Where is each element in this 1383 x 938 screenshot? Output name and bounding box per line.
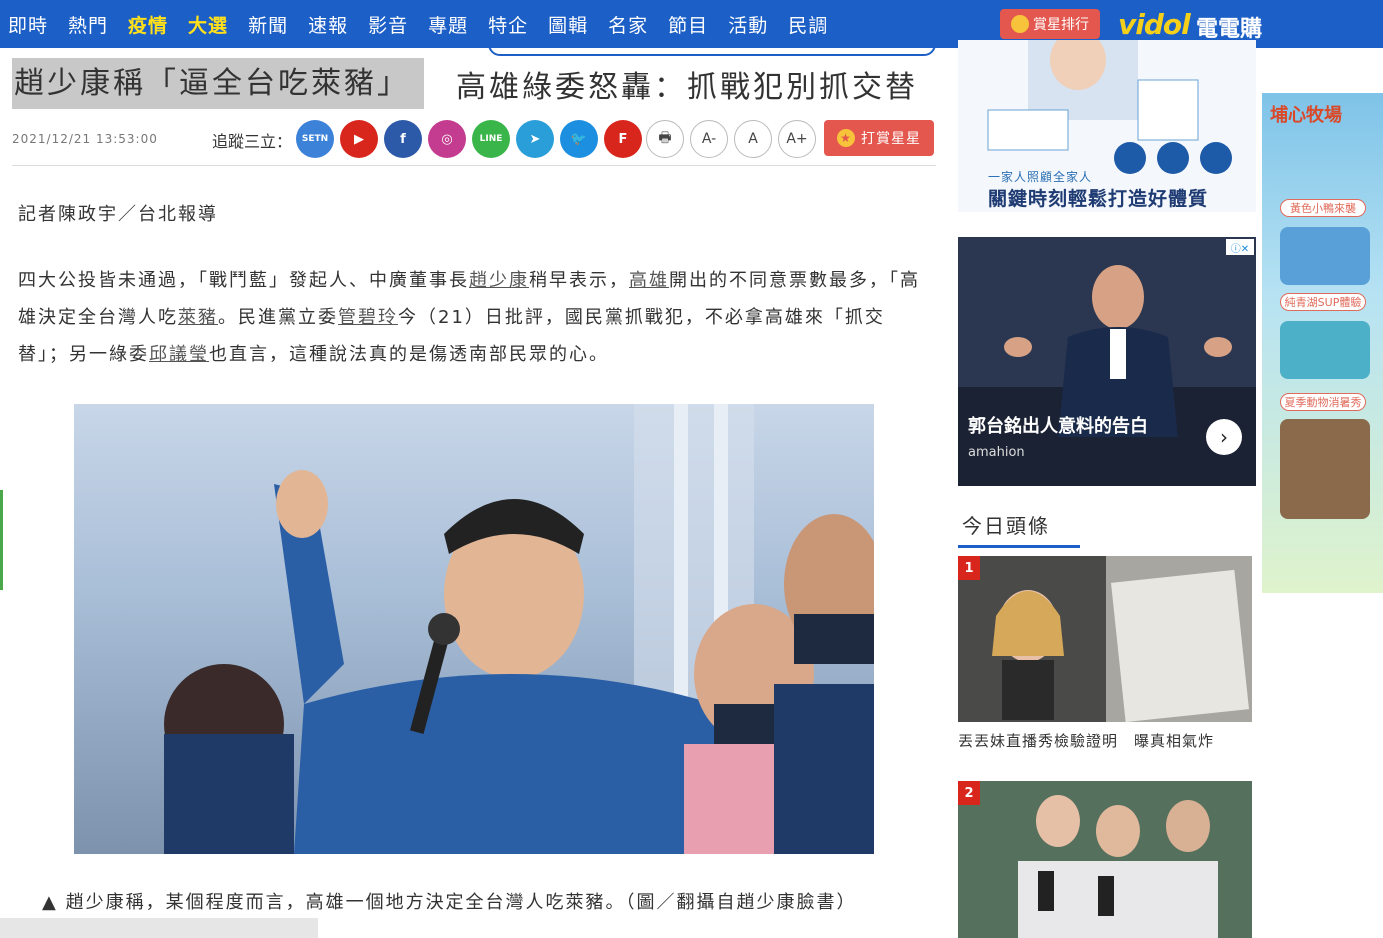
headline-1-image: [958, 556, 1252, 722]
nav-menu: 即時 熱門 疫情 大選 新聞 速報 影音 專題 特企 圖輯 名家 節目 活動 民調: [8, 0, 848, 48]
ranch-ad-brand: 埔心牧場: [1270, 105, 1342, 126]
keyword-link[interactable]: 管碧玲: [338, 307, 398, 328]
photo-caption: ▲ 趙少康稱，某個程度而言，高雄一個地方決定全台灣人吃萊豬。（圖／翻攝自趙少康臉…: [42, 892, 857, 913]
nav-item[interactable]: 即時: [8, 11, 48, 38]
ddg-logo[interactable]: 電電購: [1196, 11, 1262, 43]
ranch-ad-tag-2: 純青湖SUP體驗: [1280, 293, 1366, 311]
rank-badge: 1: [958, 556, 980, 580]
lead-text: 。民進黨立委: [218, 307, 338, 328]
adchoices-icon[interactable]: ⓘ✕: [1226, 239, 1254, 255]
supplement-ad[interactable]: 一家人照顧全家人 關鍵時刻輕鬆打造好體質: [958, 40, 1256, 212]
sponsored-ad[interactable]: ⓘ✕ 郭台銘出人意料的告白 amahion ›: [958, 237, 1256, 486]
publish-date: 2021/12/21 13:53:00: [12, 132, 158, 146]
article-lead: 四大公投皆未通過，「戰鬥藍」發起人、中廣董事長趙少康稍早表示，高雄開出的不同意票…: [18, 262, 934, 373]
nav-item[interactable]: 新聞: [248, 11, 288, 38]
nav-item[interactable]: 民調: [788, 11, 828, 38]
article-headline: 趙少康稱「逼全台吃萊豬」 高雄綠委怒轟：抓戰犯別抓交替: [12, 58, 918, 109]
ranch-ad-thumb-2: [1280, 321, 1370, 379]
print-icon: 🖶: [658, 130, 672, 146]
nav-item[interactable]: 活動: [728, 11, 768, 38]
tip-star-button[interactable]: ★ 打賞星星: [824, 120, 934, 156]
nav-item[interactable]: 疫情: [128, 11, 168, 38]
nav-item[interactable]: 專題: [428, 11, 468, 38]
ranch-ad-thumb-1: [1280, 227, 1370, 285]
instagram-icon[interactable]: ◎: [428, 120, 466, 158]
lead-text: 四大公投皆未通過，「戰鬥藍」發起人、中廣董事長: [18, 270, 469, 291]
keyword-link[interactable]: 萊豬: [178, 307, 218, 328]
tip-star-label: 打賞星星: [861, 131, 921, 147]
follow-label: 追蹤三立：: [212, 132, 293, 151]
setn-icon[interactable]: SETN: [296, 120, 334, 158]
star-icon: ★: [837, 129, 855, 147]
nav-item[interactable]: 熱門: [68, 11, 108, 38]
nav-item[interactable]: 速報: [308, 11, 348, 38]
nav-item[interactable]: 名家: [608, 11, 648, 38]
supplement-ad-headline: 關鍵時刻輕鬆打造好體質: [988, 188, 1209, 210]
sub-tab-outline: [488, 44, 936, 56]
font-decrease-button[interactable]: A-: [690, 120, 728, 158]
rank-badge: 2: [958, 781, 980, 805]
article-photo: [74, 404, 874, 854]
flipboard-icon[interactable]: F: [604, 120, 642, 158]
lead-text: 稍早表示，: [529, 270, 629, 291]
photo-illustration: [164, 404, 874, 854]
nav-item[interactable]: 圖輯: [548, 11, 588, 38]
youtube-icon[interactable]: ▶: [340, 120, 378, 158]
keyword-link[interactable]: 高雄: [629, 270, 669, 291]
medal-icon: [1011, 15, 1029, 33]
headline-item-1[interactable]: 1: [958, 556, 1252, 722]
rank-button[interactable]: 賞星排行: [1000, 9, 1100, 39]
headline-item-2[interactable]: 2: [958, 781, 1252, 938]
telegram-icon[interactable]: ➤: [516, 120, 554, 158]
headline-2-image: [958, 781, 1252, 938]
headline-rest: 高雄綠委怒轟：抓戰犯別抓交替: [456, 69, 918, 105]
headline-1-caption[interactable]: 丟丟妹直播秀檢驗證明 曝真相氣炸: [958, 730, 1214, 751]
article-meta: 2021/12/21 13:53:00 追蹤三立： SETN ▶ f ◎ LINE ➤ 🐦 F…: [12, 116, 936, 166]
nav-item[interactable]: 大選: [188, 11, 228, 38]
rank-label: 賞星排行: [1033, 17, 1089, 33]
line-icon[interactable]: LINE: [472, 120, 510, 158]
twitter-icon[interactable]: 🐦: [560, 120, 598, 158]
bottom-bar: [0, 918, 318, 938]
nav-item[interactable]: 影音: [368, 11, 408, 38]
print-button[interactable]: 🖶: [646, 120, 684, 158]
nav-item[interactable]: 特企: [488, 11, 528, 38]
font-increase-button[interactable]: A+: [778, 120, 816, 158]
today-headlines-title: 今日頭條: [962, 514, 1050, 538]
ranch-ad-tag-1: 黃色小鴨來襲: [1280, 199, 1366, 217]
keyword-link[interactable]: 趙少康: [469, 270, 529, 291]
font-normal-button[interactable]: A: [734, 120, 772, 158]
left-edge-ad: [0, 490, 3, 590]
lead-text: 也直言，這種說法真的是傷透南部民眾的心。: [209, 344, 609, 365]
chevron-right-icon[interactable]: ›: [1206, 419, 1242, 455]
sponsored-ad-title: 郭台銘出人意料的告白: [968, 416, 1148, 437]
facebook-icon[interactable]: f: [384, 120, 422, 158]
sponsored-ad-source: amahion: [968, 445, 1025, 460]
ranch-ad-tag-3: 夏季動物消暑秀: [1280, 393, 1366, 411]
nav-item[interactable]: 節目: [668, 11, 708, 38]
byline: 記者陳政宇／台北報導: [18, 204, 218, 225]
supplement-ad-slogan: 一家人照顧全家人: [988, 170, 1093, 184]
today-headlines-underline: [958, 545, 1080, 548]
headline-highlight: 趙少康稱「逼全台吃萊豬」: [12, 58, 424, 109]
vidol-logo[interactable]: vidol: [1118, 8, 1191, 41]
ranch-ad-thumb-3: [1280, 419, 1370, 519]
ranch-skyscraper-ad[interactable]: 埔心牧場 黃色小鴨來襲 純青湖SUP體驗 夏季動物消暑秀: [1262, 93, 1383, 593]
keyword-link[interactable]: 邱議瑩: [149, 344, 209, 365]
